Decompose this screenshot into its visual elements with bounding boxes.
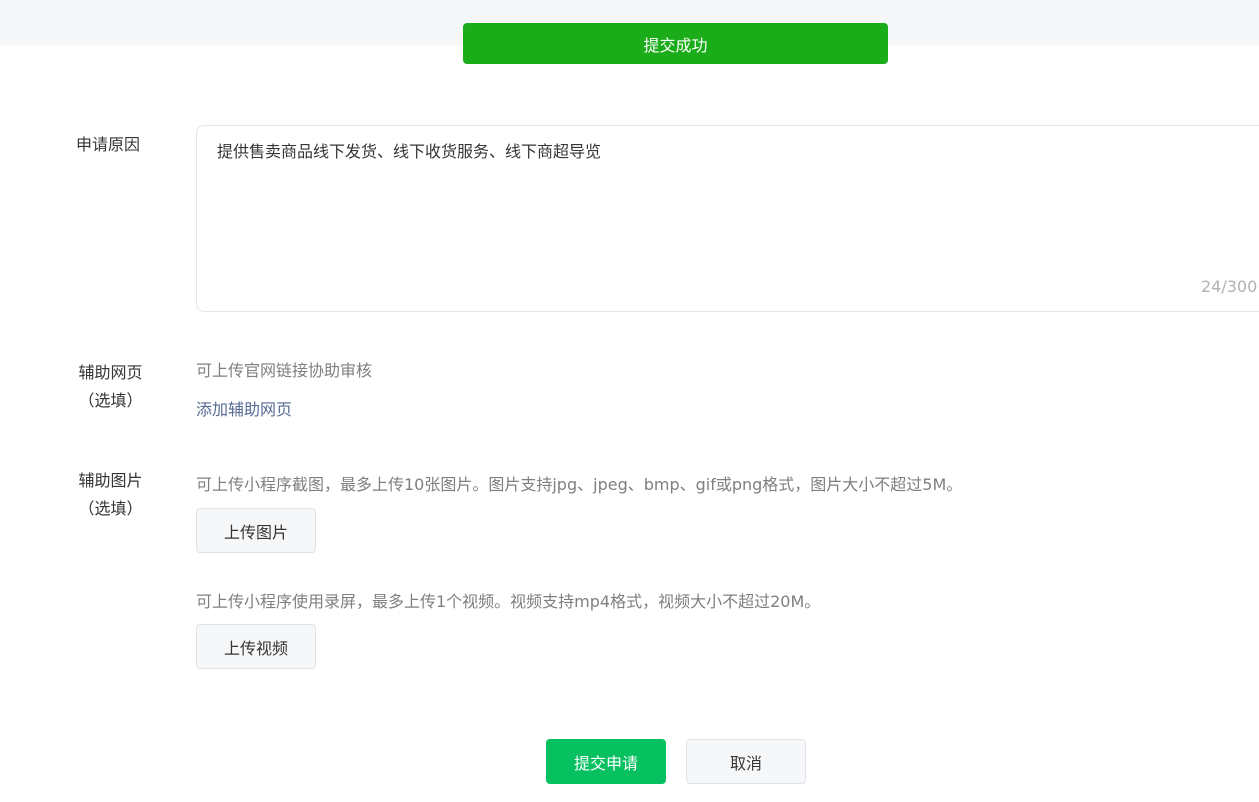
reason-label-text: 申请原因 bbox=[76, 135, 141, 154]
aux-webpage-optional: （选填） bbox=[78, 391, 143, 410]
upload-image-label: 上传图片 bbox=[223, 522, 288, 542]
reason-textarea[interactable]: 提供售卖商品线下发货、线下收货服务、线下商超导览 24/300 bbox=[196, 125, 1259, 312]
upload-video-button[interactable]: 上传视频 bbox=[196, 624, 316, 669]
aux-image-optional: （选填） bbox=[78, 499, 143, 518]
toast-message: 提交成功 bbox=[643, 35, 708, 55]
aux-webpage-hint: 可上传官网链接协助审核 bbox=[196, 361, 373, 380]
aux-webpage-label-text: 辅助网页 bbox=[78, 363, 143, 382]
aux-image-label: 辅助图片 （选填） bbox=[68, 467, 153, 523]
submit-application-button[interactable]: 提交申请 bbox=[546, 739, 666, 784]
upload-image-button[interactable]: 上传图片 bbox=[196, 508, 316, 553]
upload-video-label: 上传视频 bbox=[223, 638, 288, 658]
reason-value: 提供售卖商品线下发货、线下收货服务、线下商超导览 bbox=[217, 142, 602, 161]
aux-webpage-label: 辅助网页 （选填） bbox=[68, 359, 153, 415]
add-aux-webpage-link[interactable]: 添加辅助网页 bbox=[196, 396, 292, 420]
cancel-button[interactable]: 取消 bbox=[686, 739, 806, 784]
submit-label: 提交申请 bbox=[573, 753, 638, 773]
char-counter: 24/300 bbox=[1201, 277, 1258, 296]
cancel-label: 取消 bbox=[729, 753, 762, 773]
aux-image-label-text: 辅助图片 bbox=[78, 471, 143, 490]
image-upload-hint: 可上传小程序截图，最多上传10张图片。图片支持jpg、jpeg、bmp、gif或… bbox=[196, 475, 963, 494]
reason-label: 申请原因 bbox=[76, 131, 140, 159]
success-toast: 提交成功 bbox=[463, 23, 888, 64]
video-upload-hint: 可上传小程序使用录屏，最多上传1个视频。视频支持mp4格式，视频大小不超过20M… bbox=[196, 592, 821, 611]
